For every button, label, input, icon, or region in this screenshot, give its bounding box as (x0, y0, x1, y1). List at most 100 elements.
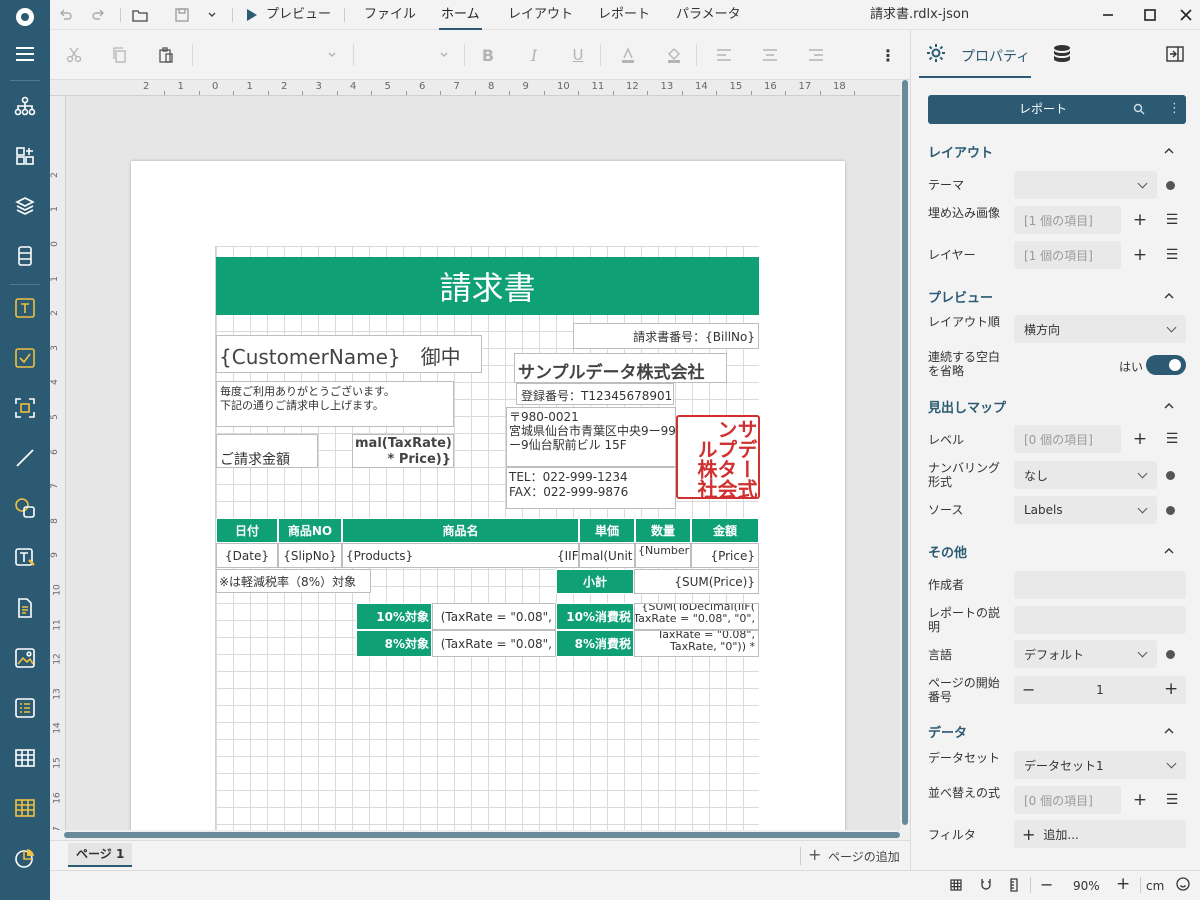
close-icon[interactable] (1174, 4, 1198, 26)
chevron-up-icon[interactable] (1161, 398, 1177, 414)
source-reset-dot[interactable] (1166, 506, 1175, 515)
cell-slip-no[interactable]: {SlipNo} (278, 543, 342, 568)
level-list-icon[interactable]: ☰ (1161, 428, 1183, 450)
report-page[interactable]: 請求書 請求書番号：{BillNo} {CustomerName} 御中 サンプ… (131, 161, 845, 830)
language-reset-dot[interactable] (1166, 650, 1175, 659)
table-header-product[interactable]: 商品名 (342, 518, 579, 543)
table-header-quantity[interactable]: 数量 (635, 518, 691, 543)
formatted-text-icon[interactable] (0, 538, 50, 578)
report-more-icon[interactable]: ⋮ (1168, 101, 1181, 116)
amount-expression-textbox[interactable]: mal(TaxRate) * Price)} (352, 434, 454, 468)
collapse-panel-icon[interactable] (1166, 46, 1184, 65)
chevron-up-icon[interactable] (1161, 288, 1177, 304)
layer-list-icon[interactable]: ☰ (1161, 244, 1183, 266)
embedded-images-field[interactable]: [1 個の項目] (1014, 206, 1121, 234)
add-page-icon[interactable]: + (808, 846, 821, 864)
report-selector-button[interactable]: レポート ⋮ (928, 95, 1186, 124)
add-page-button[interactable]: ページの追加 (828, 848, 900, 865)
save-icon[interactable] (170, 4, 194, 26)
menu-parameters[interactable]: パラメータ (674, 0, 743, 30)
open-folder-icon[interactable] (128, 4, 152, 26)
maximize-icon[interactable] (1138, 4, 1162, 26)
add-layer-icon[interactable]: + (1129, 244, 1151, 266)
copy-icon[interactable] (108, 43, 132, 67)
feedback-icon[interactable] (1176, 877, 1190, 894)
table-icon[interactable] (0, 738, 50, 778)
font-size-dropdown-icon[interactable] (432, 43, 456, 67)
zoom-level[interactable]: 90% (1073, 879, 1100, 893)
tab-properties[interactable]: プロパティ (961, 46, 1030, 66)
font-family-dropdown-icon[interactable] (320, 43, 344, 67)
bold-icon[interactable]: B (476, 43, 500, 67)
tax8-label[interactable]: 8%消費税 (556, 630, 634, 657)
table-header-slip-no[interactable]: 商品NO (278, 518, 342, 543)
registration-no-textbox[interactable]: 登録番号：T1234567890123 (516, 383, 674, 405)
data-icon[interactable] (0, 236, 50, 276)
paste-icon[interactable] (154, 43, 178, 67)
shape-icon[interactable] (0, 488, 50, 528)
dataset-select[interactable]: データセット1 (1014, 751, 1186, 779)
redo-icon[interactable] (86, 4, 110, 26)
cell-quantity[interactable]: {Number (635, 543, 691, 568)
line-icon[interactable] (0, 438, 50, 478)
container-icon[interactable] (0, 388, 50, 428)
cut-icon[interactable] (62, 43, 86, 67)
fill-color-icon[interactable] (662, 43, 686, 67)
reduced-tax-note[interactable]: ※は軽減税率（8%）対象 (216, 569, 371, 593)
horizontal-scroll-thumb[interactable] (64, 832, 900, 838)
menu-layout[interactable]: レイアウト (506, 0, 575, 30)
greeting-textbox[interactable]: 毎度ご利用ありがとうございます。 下記の通りご請求申し上げます。 (216, 381, 454, 427)
section-document-map[interactable]: 見出しマップ (928, 397, 1006, 416)
report-explorer-icon[interactable] (0, 86, 50, 126)
image-icon[interactable] (0, 638, 50, 678)
tax8-target-value[interactable]: (TaxRate = "0.08", (432, 630, 556, 657)
zoom-out-icon[interactable]: − (1040, 875, 1053, 894)
add-embedded-image-icon[interactable]: + (1129, 209, 1151, 231)
chevron-up-icon[interactable] (1161, 723, 1177, 739)
menu-home[interactable]: ホーム (439, 0, 482, 30)
section-layout[interactable]: レイアウト (928, 142, 993, 161)
tax8-value[interactable]: TaxRate = "0.08", TaxRate, "0")) * (634, 630, 759, 657)
vertical-scrollbar[interactable] (900, 80, 910, 840)
add-level-icon[interactable]: + (1129, 428, 1151, 450)
customer-name-textbox[interactable]: {CustomerName} 御中 (216, 335, 482, 373)
cell-date[interactable]: {Date} (216, 543, 278, 568)
table-header-unit-price[interactable]: 単価 (579, 518, 635, 543)
table-header-date[interactable]: 日付 (216, 518, 278, 543)
section-other[interactable]: その他 (928, 542, 967, 561)
cell-price[interactable]: {Price} (691, 543, 759, 568)
author-field[interactable] (1014, 571, 1186, 599)
amount-label-textbox[interactable]: ご請求金額 (216, 434, 318, 468)
section-data[interactable]: データ (928, 722, 967, 741)
section-preview[interactable]: プレビュー (928, 287, 993, 306)
gear-icon[interactable] (925, 42, 947, 67)
cell-tax-flag[interactable]: {IIF (556, 543, 579, 568)
layers-icon[interactable] (0, 186, 50, 226)
align-right-icon[interactable] (804, 43, 828, 67)
checkbox-icon[interactable] (0, 338, 50, 378)
save-dropdown-icon[interactable] (200, 4, 224, 26)
start-page-stepper[interactable]: − 1 + (1014, 676, 1186, 704)
menu-preview[interactable]: プレビュー (264, 0, 333, 30)
design-canvas[interactable]: 請求書 請求書番号：{BillNo} {CustomerName} 御中 サンプ… (66, 96, 900, 830)
undo-icon[interactable] (54, 4, 78, 26)
layout-order-select[interactable]: 横方向 (1014, 315, 1186, 343)
tax10-target-label[interactable]: 10%対象 (356, 603, 432, 630)
menu-icon[interactable] (0, 34, 50, 74)
grid-toggle-icon[interactable] (950, 879, 962, 894)
chevron-up-icon[interactable] (1161, 543, 1177, 559)
textbox-icon[interactable] (0, 288, 50, 328)
filter-add-button[interactable]: + 追加... (1014, 820, 1186, 848)
zoom-in-icon[interactable]: + (1116, 874, 1130, 894)
richtext-icon[interactable] (0, 588, 50, 628)
address-textbox[interactable]: 〒980-0021 宮城県仙台市青葉区中央9ー99 ー9仙台駅前ビル 15F (506, 407, 676, 467)
description-field[interactable] (1014, 606, 1186, 634)
tablix-icon[interactable] (0, 788, 50, 828)
subtotal-value[interactable]: {SUM(Price)} (634, 569, 759, 594)
language-select[interactable]: デフォルト (1014, 640, 1157, 668)
numbering-select[interactable]: なし (1014, 461, 1157, 489)
page-tab-1[interactable]: ページ 1 (68, 843, 133, 867)
minimize-icon[interactable] (1096, 4, 1120, 26)
italic-icon[interactable]: I (522, 43, 546, 67)
source-select[interactable]: Labels (1014, 496, 1157, 524)
